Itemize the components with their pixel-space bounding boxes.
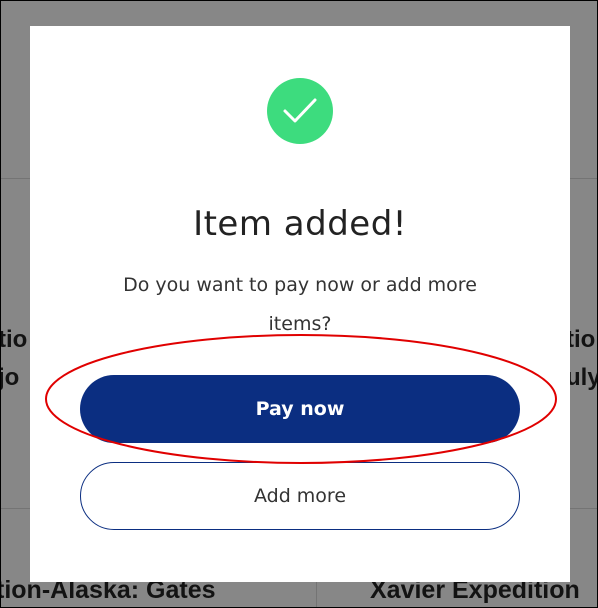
pay-now-button[interactable]: Pay now (80, 375, 520, 443)
add-more-button[interactable]: Add more (80, 462, 520, 530)
check-circle-icon (267, 78, 333, 144)
pay-now-label: Pay now (255, 398, 345, 420)
add-more-label: Add more (253, 485, 347, 507)
dialog-title: Item added! (193, 204, 407, 244)
dialog-message: Do you want to pay now or add more items… (123, 274, 477, 335)
item-added-dialog: Item added! Do you want to pay now or ad… (30, 26, 570, 582)
check-icon (283, 98, 317, 123)
